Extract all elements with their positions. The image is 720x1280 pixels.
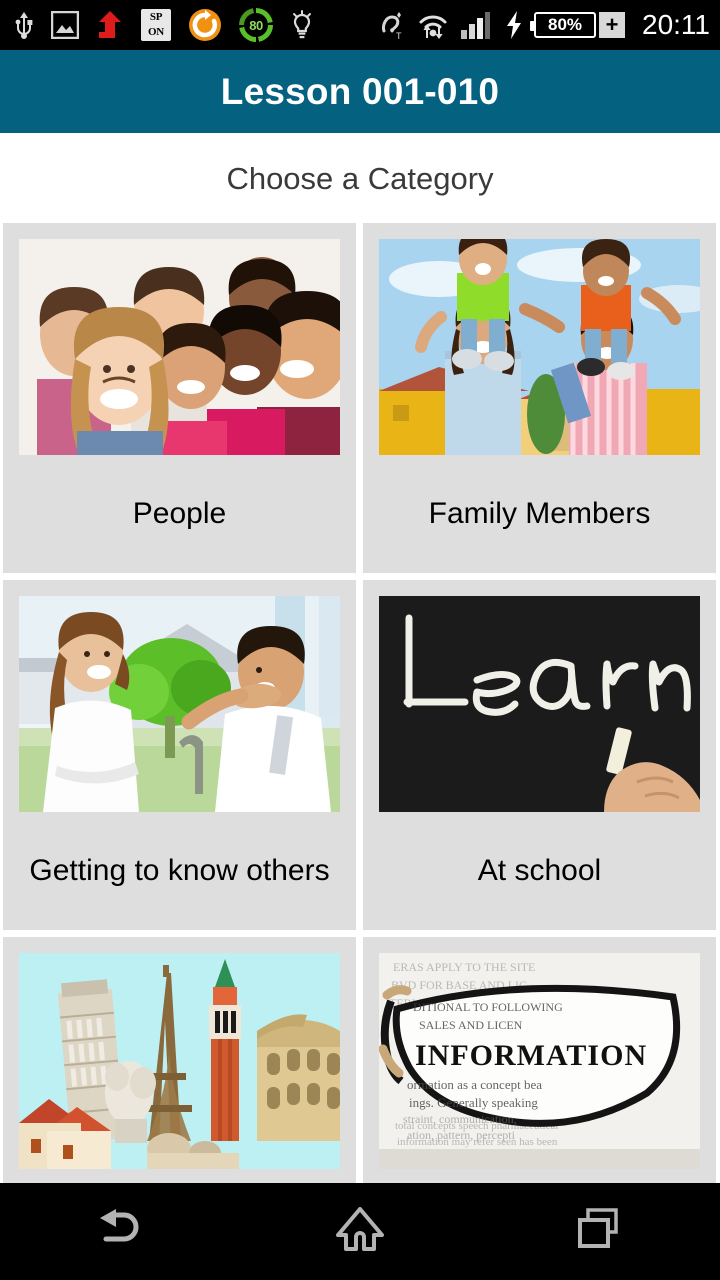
recents-button[interactable] xyxy=(480,1206,720,1257)
category-card-landmarks[interactable] xyxy=(3,937,356,1183)
category-card-information[interactable]: ERAS APPLY TO THE SITE BVD FOR BASE AND … xyxy=(363,937,716,1183)
category-card-family-members[interactable]: Family Members xyxy=(363,223,716,573)
svg-text:ormation as a concept bea: ormation as a concept bea xyxy=(407,1077,542,1092)
chalkboard-with-learn-written-photo xyxy=(379,596,700,812)
category-card-people[interactable]: People xyxy=(3,223,356,573)
svg-text:straint, communication,: straint, communication, xyxy=(403,1112,517,1126)
back-arrow-icon xyxy=(94,1207,146,1256)
battery-icon: 80% + xyxy=(530,12,625,38)
status-bar-right-icons: T 80% + 20:11 xyxy=(378,9,710,41)
wifi-transfer-icon xyxy=(417,10,449,40)
family-with-children-on-shoulders-photo xyxy=(379,239,700,455)
charging-bolt-icon xyxy=(505,10,523,40)
red-upload-arrow-icon xyxy=(96,9,124,41)
signal-bars-icon xyxy=(460,10,494,40)
category-label: People xyxy=(132,496,227,530)
usb-icon xyxy=(14,9,34,41)
category-label: At school xyxy=(477,853,602,887)
eyeglass-lens-over-information-text-photo: ERAS APPLY TO THE SITE BVD FOR BASE AND … xyxy=(379,953,700,1169)
svg-text:ation, pattern, percepti: ation, pattern, percepti xyxy=(407,1128,516,1142)
hearing-aid-t-icon: T xyxy=(378,9,406,41)
status-bar-left-icons: SP ON 80 xyxy=(14,8,314,42)
svg-text:SALES AND LICEN: SALES AND LICEN xyxy=(419,1018,523,1032)
svg-text:T: T xyxy=(396,31,402,41)
sp-badge-line2: ON xyxy=(148,26,164,38)
svg-text:ings. Generally speaking: ings. Generally speaking xyxy=(409,1095,538,1110)
sp-badge-line1: SP xyxy=(149,11,163,23)
sp-on-badge-icon: SP ON xyxy=(141,9,171,41)
charge-ring-icon: 80 xyxy=(239,8,273,42)
european-landmarks-collage-photo xyxy=(19,953,340,1169)
sync-circle-icon xyxy=(188,8,222,42)
app-title-bar: Lesson 001-010 xyxy=(0,50,720,133)
category-label xyxy=(174,1169,186,1183)
category-card-getting-to-know-others[interactable]: Getting to know others xyxy=(3,580,356,930)
svg-text:ERAS APPLY TO THE SITE: ERAS APPLY TO THE SITE xyxy=(393,960,535,974)
category-label xyxy=(534,1169,546,1183)
app-title: Lesson 001-010 xyxy=(220,70,500,112)
lightbulb-icon xyxy=(290,9,314,41)
status-bar-clock: 20:11 xyxy=(642,9,710,40)
battery-percent-label: 80% xyxy=(530,12,596,38)
group-of-smiling-people-photo xyxy=(19,239,340,455)
main-content: Choose a Category People Family Members … xyxy=(0,133,720,1183)
gallery-image-icon xyxy=(51,11,79,39)
status-bar: SP ON 80 T 80% + 20:11 xyxy=(0,0,720,50)
couple-talking-outdoors-photo xyxy=(19,596,340,812)
recent-apps-icon xyxy=(574,1206,626,1257)
category-grid: People Family Members Getting to know ot… xyxy=(0,223,720,1183)
category-label: Getting to know others xyxy=(29,853,330,887)
back-button[interactable] xyxy=(0,1207,240,1256)
charge-ring-value: 80 xyxy=(249,17,263,33)
category-card-at-school[interactable]: At school xyxy=(363,580,716,930)
android-navigation-bar xyxy=(0,1183,720,1280)
home-button[interactable] xyxy=(240,1205,480,1258)
svg-text:DITIONAL TO FOLLOWING: DITIONAL TO FOLLOWING xyxy=(413,1000,563,1014)
svg-text:INFORMATION: INFORMATION xyxy=(415,1039,647,1072)
category-label: Family Members xyxy=(428,496,651,530)
plus-box-icon: + xyxy=(599,12,625,38)
home-icon xyxy=(334,1205,386,1258)
page-title: Choose a Category xyxy=(226,161,494,196)
